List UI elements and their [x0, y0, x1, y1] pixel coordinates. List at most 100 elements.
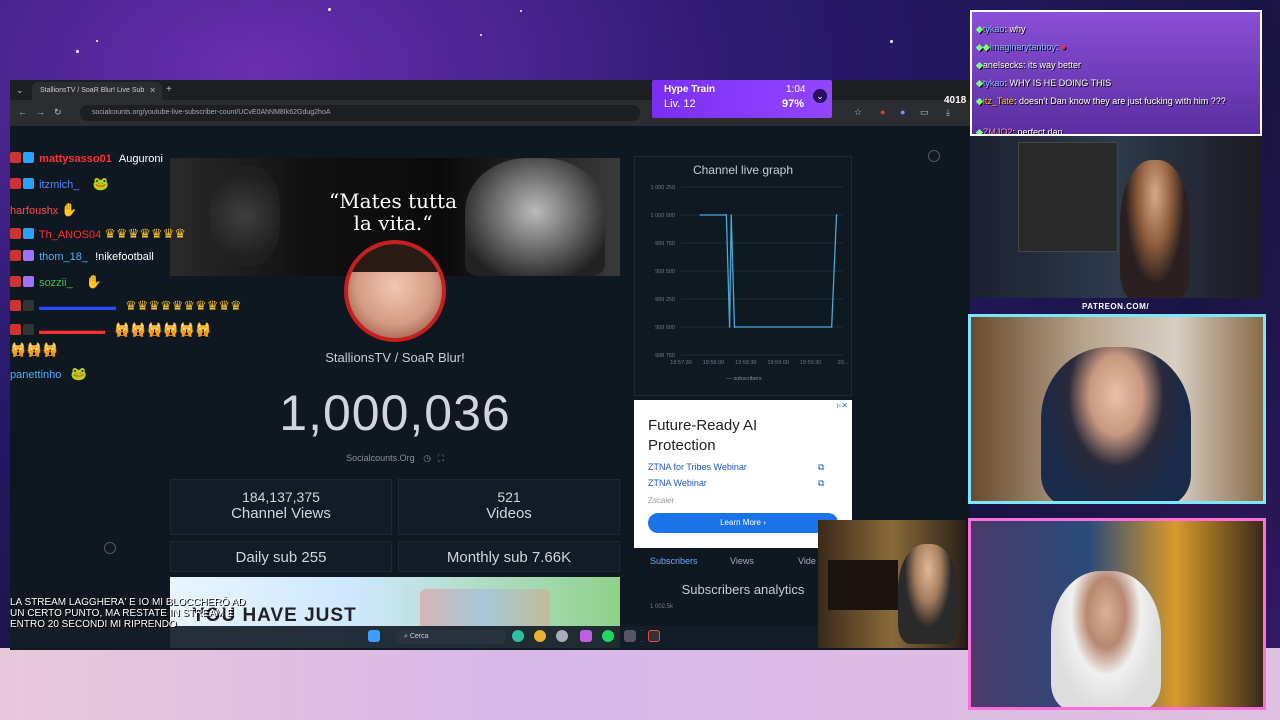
ad-title[interactable]: Future-Ready AI Protection [648, 416, 828, 456]
diamond-badge-icon: ◆ [976, 96, 983, 106]
extension-icon[interactable]: ● [900, 107, 905, 117]
prime-badge-icon [23, 276, 34, 287]
forward-icon[interactable]: → [36, 107, 45, 117]
tab-views[interactable]: Views [730, 556, 754, 566]
studio-equipment-image [1018, 142, 1118, 252]
x-tick-label: 19:57:30 [670, 360, 691, 366]
chat-username[interactable]: thom_18_ [39, 251, 88, 263]
chrome-icon[interactable] [534, 630, 546, 642]
chat-username[interactable]: harfoushx [10, 205, 58, 217]
legend-label: — subscribers [726, 376, 761, 382]
chat-username[interactable]: itz_Tate [983, 96, 1014, 106]
frog-emote-icon: 🐸 [92, 176, 109, 191]
info-icon[interactable]: ◷ [423, 453, 431, 463]
sidebar-icon[interactable]: ▭ [920, 107, 929, 118]
sub-badge-icon [10, 324, 21, 335]
host-person-image [1120, 160, 1190, 298]
guest-person-image [1041, 347, 1191, 501]
prime-badge-icon [23, 228, 34, 239]
webcam-host [970, 136, 1262, 298]
browser-tab[interactable]: StallionsTV / SoaR Blur! Live Sub ✕ [32, 82, 162, 100]
chat-username[interactable]: tykao [983, 78, 1005, 88]
star-decoration [328, 8, 331, 11]
game-characters-image [420, 589, 550, 629]
data-point [725, 214, 728, 216]
learn-more-button[interactable]: Learn More › [648, 513, 838, 533]
banner-quote: “Mates tutta la vita.“ [328, 189, 458, 235]
external-link-icon[interactable]: ⧉ [818, 462, 824, 473]
app-icon[interactable] [648, 630, 660, 642]
monthly-sub-label: Monthly sub 7.66K [446, 549, 572, 566]
chat-username[interactable]: anelsecks [983, 60, 1023, 70]
guest-person-image [1051, 571, 1161, 707]
taskbar-search-label: Cerca [409, 633, 429, 640]
chat-username[interactable]: sozzii_ [39, 277, 73, 289]
chat-username[interactable]: imaginarytanboy [990, 42, 1056, 52]
chat-username[interactable]: mattysasso01 [39, 153, 112, 165]
data-point [730, 214, 733, 216]
taskbar-search[interactable]: ⌕ Cerca [396, 630, 506, 644]
ad-choices-icon[interactable]: ▹✕ [837, 401, 848, 410]
brand-row: Socialcounts.Org ◷ ⛶ [170, 453, 620, 464]
data-point [733, 326, 736, 328]
chat-username-redacted[interactable]: ▬▬▬▬▬▬▬ [39, 301, 116, 313]
y-tick-label: 999 250 [655, 297, 675, 303]
sub-badge-icon [10, 276, 21, 287]
chat-username[interactable]: Th_ANOS04 [39, 229, 101, 241]
ad-link[interactable]: ZTNA Webinar [648, 478, 707, 488]
sub-badge-icon [10, 300, 21, 311]
app-icon[interactable] [556, 630, 568, 642]
star-decoration [76, 50, 79, 53]
hype-train-level: Liv. 12 [664, 98, 696, 110]
prime-badge-icon [23, 152, 34, 163]
crown-emote-icon: ♛♛♛♛♛♛♛ [104, 226, 186, 241]
download-icon[interactable]: ⤓ [946, 107, 950, 118]
close-icon[interactable]: ✕ [149, 86, 156, 95]
chevron-down-icon[interactable]: ⌄ [813, 89, 827, 103]
ad-link[interactable]: ZTNA for Tribes Webinar [648, 462, 747, 472]
videos-value: 521 [497, 489, 521, 505]
star-icon[interactable]: ☆ [854, 107, 862, 118]
channel-name: StallionsTV / SoaR Blur! [325, 350, 465, 365]
frog-emote-icon: 🐸 [70, 366, 87, 381]
sub-badge-icon [10, 152, 21, 163]
sub-badge-icon [10, 250, 21, 261]
channel-views-label: Channel Views [231, 505, 331, 522]
app-icon[interactable] [624, 630, 636, 642]
tab-videos[interactable]: Vide [798, 556, 816, 566]
mod-badge-icon [23, 324, 34, 335]
x-tick-label: 19:59:00 [767, 360, 788, 366]
windows-start-icon[interactable] [368, 630, 380, 642]
tab-menu-icon[interactable]: ⌄ [16, 85, 24, 96]
chat-username[interactable]: panettinho [10, 369, 61, 381]
monthly-sub-card: Monthly sub 7.66K [398, 541, 620, 572]
chat-text: perfect dan [1017, 127, 1063, 136]
back-icon[interactable]: ← [18, 107, 27, 117]
hype-train-title: Hype Train [664, 84, 716, 95]
fullscreen-icon[interactable]: ⛶ [438, 453, 444, 463]
stream-chat-overlay: ◆tykao: why ◆◆imaginarytanboy: ● ◆anelse… [970, 10, 1262, 136]
chat-message: ◆tykao: WHY IS HE DOING THIS [976, 78, 1112, 88]
analytics-tick-label: 1 002.5k [650, 604, 674, 610]
chat-username[interactable]: ZMJO2 [983, 127, 1013, 134]
reload-icon[interactable]: ↻ [54, 107, 62, 118]
chat-username[interactable]: tykao [983, 24, 1005, 34]
chat-username[interactable]: itzmich_ [39, 179, 79, 191]
chat-text: Auguroni [118, 153, 163, 165]
star-decoration [890, 40, 893, 43]
channel-avatar [344, 240, 446, 342]
spotify-icon[interactable] [602, 630, 614, 642]
tab-subscribers[interactable]: Subscribers [650, 556, 698, 566]
chat-message: panettinho 🐸 [10, 366, 87, 382]
external-link-icon[interactable]: ⧉ [818, 478, 824, 489]
url-field[interactable]: socialcounts.org/youtube-live-subscriber… [80, 105, 640, 121]
extension-icon[interactable]: ● [880, 107, 885, 117]
y-tick-label: 1 000 250 [651, 185, 675, 191]
edge-icon[interactable] [512, 630, 524, 642]
app-icon[interactable] [580, 630, 592, 642]
x-tick-label: 19:58:00 [703, 360, 724, 366]
chat-message: ◆◆imaginarytanboy: ● [976, 42, 1067, 52]
new-tab-icon[interactable]: + [166, 84, 172, 95]
chat-message: ◆ZMJO2: perfect dan [976, 127, 1063, 136]
chat-username-redacted[interactable]: ▬▬▬▬▬▬ [39, 325, 105, 337]
